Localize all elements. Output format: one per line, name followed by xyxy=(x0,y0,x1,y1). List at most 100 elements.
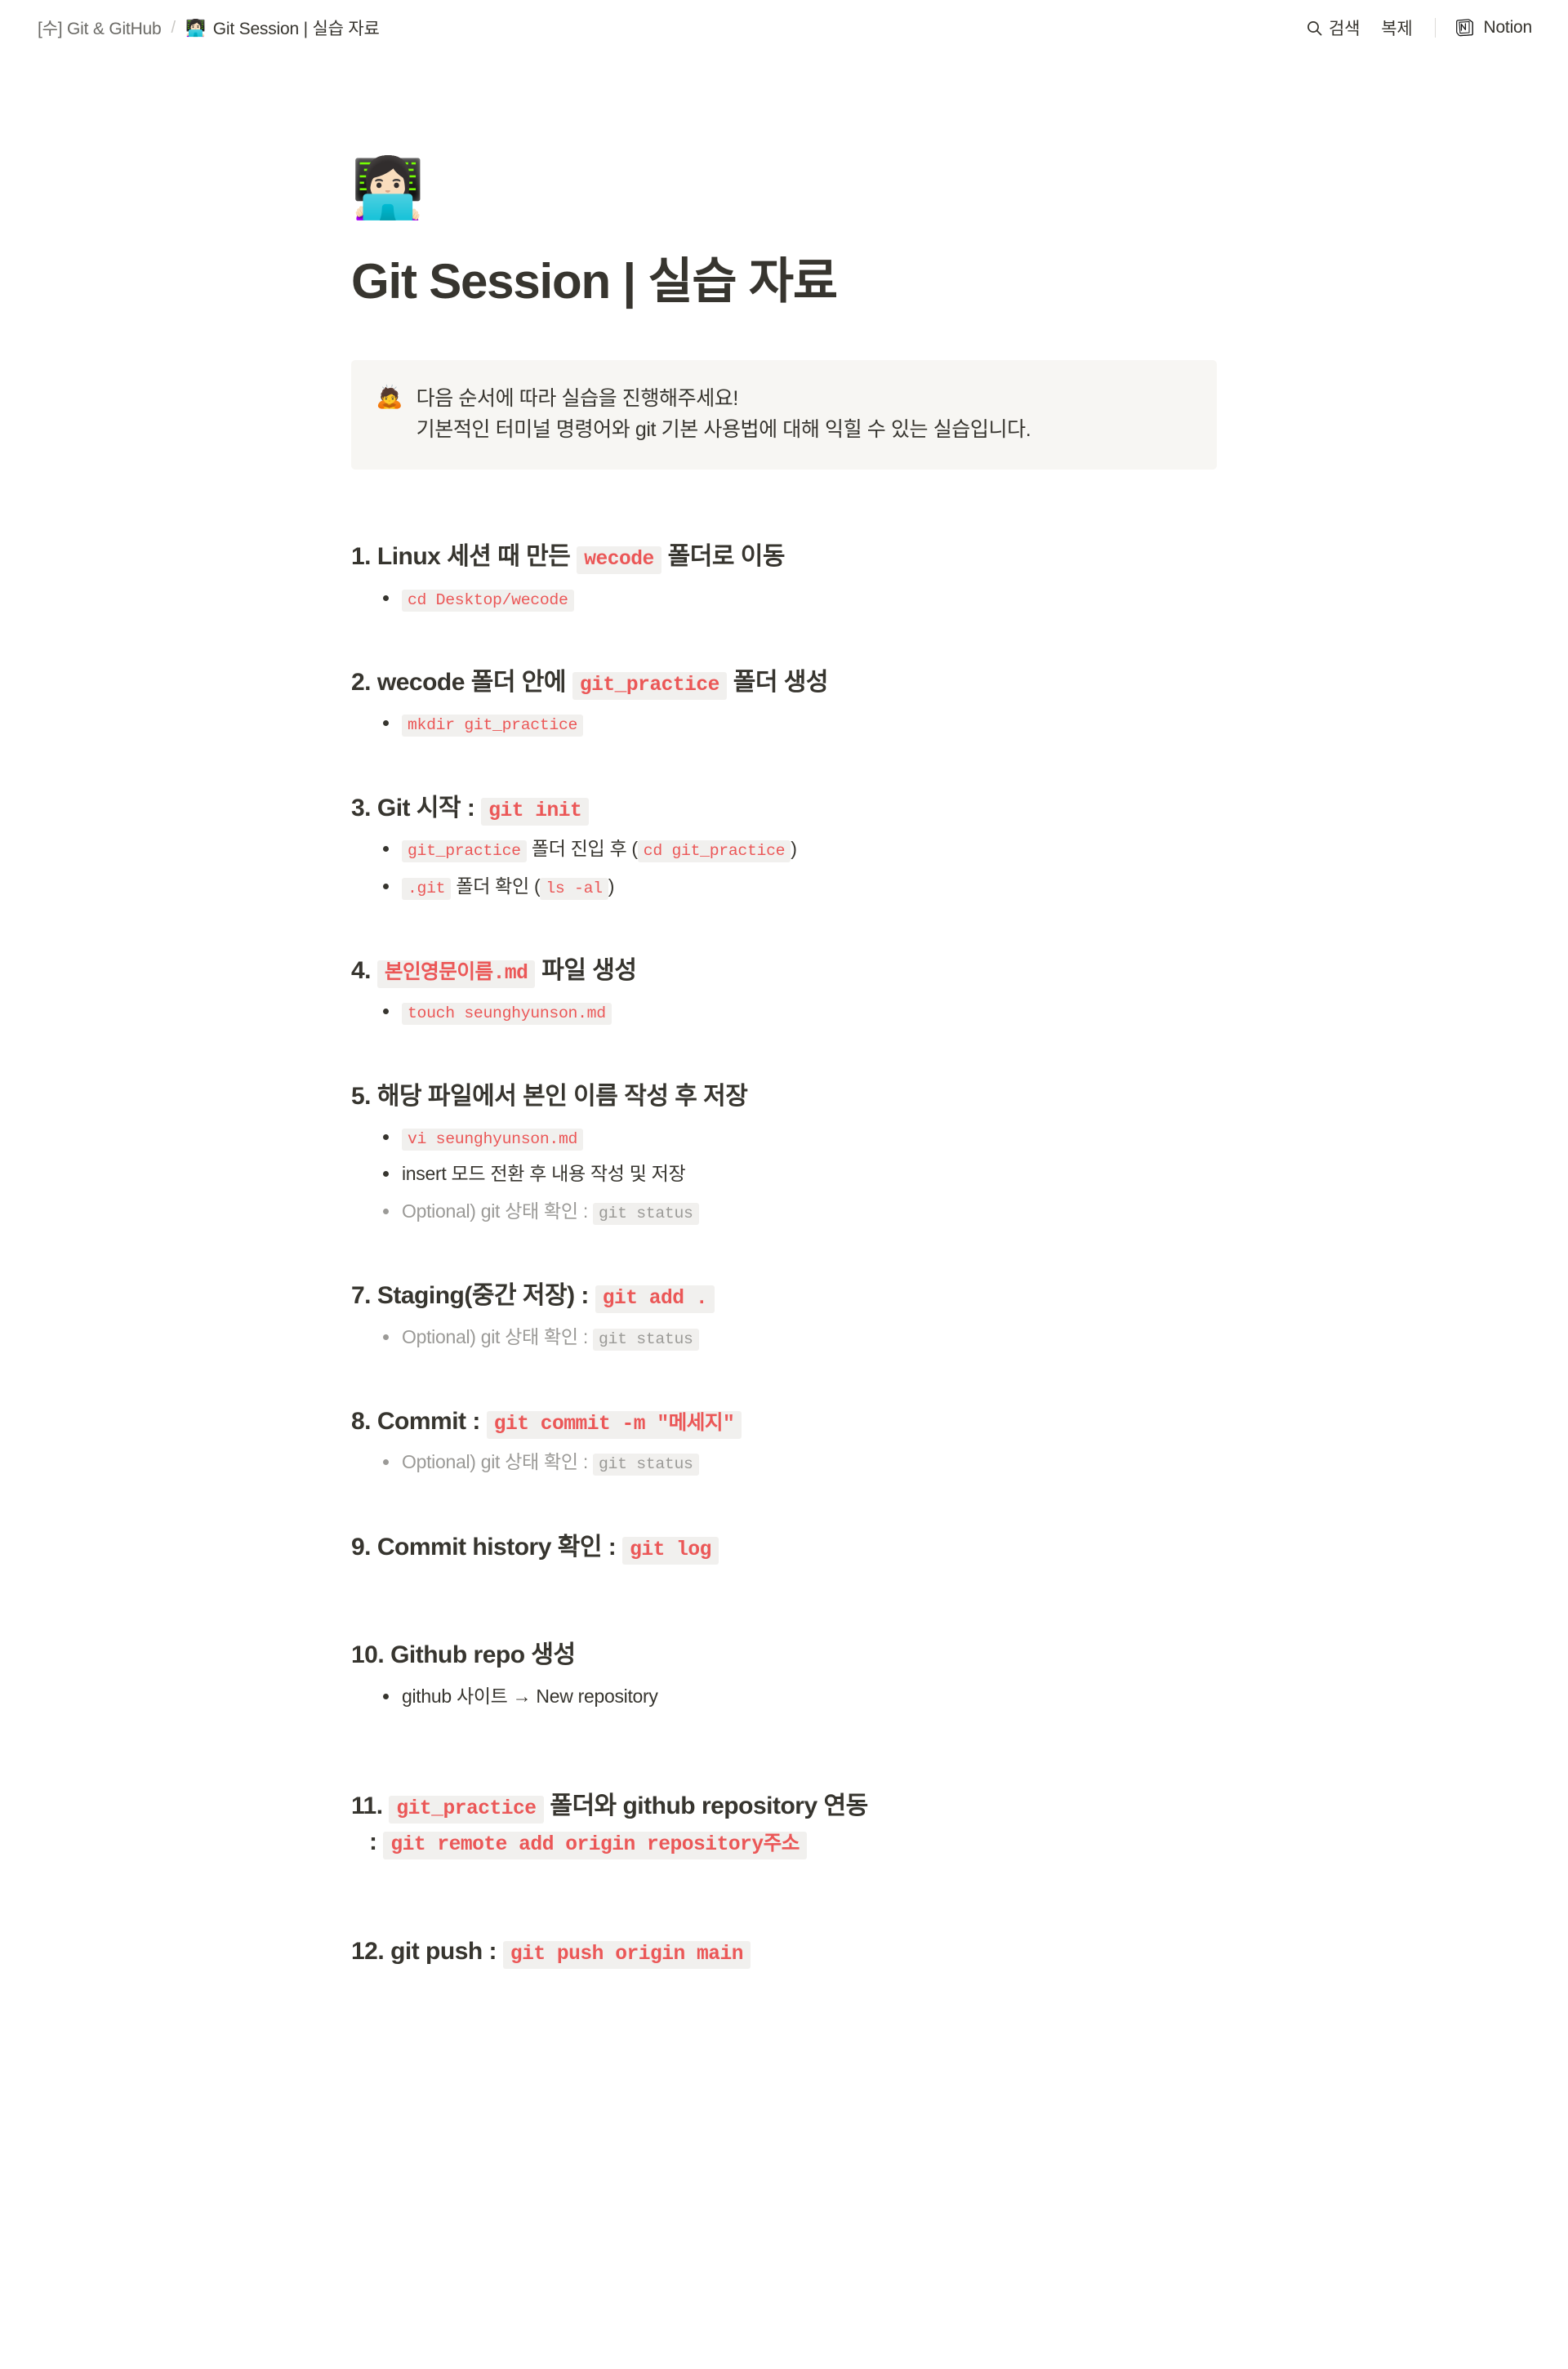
topbar-divider xyxy=(1435,18,1437,38)
step-10-heading: 10. Github repo 생성 xyxy=(351,1638,1218,1673)
step-5-bullets: vi seunghyunson.md insert 모드 전환 후 내용 작성 … xyxy=(350,1119,1218,1230)
step-2-number: 2. xyxy=(351,668,372,696)
list-item: touch seunghyunson.md xyxy=(377,993,1218,1030)
step-3-bullets: git_practice 폴더 진입 후 (cd git_practice) .… xyxy=(350,830,1218,905)
step-5: 5. 해당 파일에서 본인 이름 작성 후 저장 vi seunghyunson… xyxy=(350,1080,1218,1230)
step-11: 11. git_practice 폴더와 github repository 연… xyxy=(350,1788,1218,1861)
page-title: Git Session | 실습 자료 xyxy=(351,254,838,309)
step-4-bullets: touch seunghyunson.md xyxy=(350,993,1218,1030)
step-8: 8. Commit : git commit -m "메세지" Optional… xyxy=(350,1405,1218,1481)
callout-line-2: 기본적인 터미널 명령어와 git 기본 사용법에 대해 익힐 수 있는 실습입… xyxy=(416,418,1031,441)
step-2-code: git_practice xyxy=(572,671,727,700)
step-11-code: git_practice xyxy=(389,1796,544,1824)
step-12: 12. git push : git push origin main xyxy=(350,1935,1218,1970)
step-9-number: 9. xyxy=(351,1533,372,1561)
step-12-heading: 12. git push : git push origin main xyxy=(351,1935,1218,1970)
step-5-number: 5. xyxy=(351,1082,372,1110)
step-4-heading: 4. 본인영문이름.md 파일 생성 xyxy=(351,954,1218,989)
step-12-text-pre: git push : xyxy=(390,1937,503,1965)
step-2-bullet-1-code: mkdir git_practice xyxy=(402,715,584,737)
step-7-code: git add . xyxy=(595,1285,715,1313)
step-3-bullet-1-text: 폴더 진입 후 xyxy=(526,838,632,860)
step-3-bullet-2-text: 폴더 확인 xyxy=(451,875,534,897)
list-item: .git 폴더 확인 (ls -al) xyxy=(377,868,1218,905)
paren-close: ) xyxy=(608,875,615,897)
topbar-actions: 검색 복제 Notion xyxy=(1307,16,1532,40)
step-8-text-pre: Commit : xyxy=(376,1407,487,1435)
step-7-number: 7. xyxy=(351,1281,372,1309)
top-bar: [수] Git & GitHub / 👩🏻‍💻 Git Session | 실습… xyxy=(0,0,1568,56)
callout-text: 다음 순서에 따라 실습을 진행해주세요! 기본적인 터미널 명령어와 git … xyxy=(416,383,1031,445)
notion-logo-icon xyxy=(1455,18,1475,38)
step-12-code: git push origin main xyxy=(502,1940,751,1969)
step-5-heading: 5. 해당 파일에서 본인 이름 작성 후 저장 xyxy=(351,1080,1218,1115)
step-12-number: 12. xyxy=(351,1937,385,1965)
list-item: insert 모드 전환 후 내용 작성 및 저장 xyxy=(377,1156,1218,1192)
step-11-text-post: 폴더와 github repository 연동 xyxy=(543,1792,868,1820)
step-1-number: 1. xyxy=(351,543,372,570)
duplicate-label: 복제 xyxy=(1381,20,1413,38)
duplicate-button[interactable]: 복제 xyxy=(1381,16,1412,40)
paren-open: ( xyxy=(631,838,638,860)
step-5-bullet-1-code: vi seunghyunson.md xyxy=(402,1129,584,1151)
notion-link[interactable]: Notion xyxy=(1455,18,1532,38)
step-11-line2-code: git remote add origin repository주소 xyxy=(383,1832,807,1860)
list-item-optional: Optional) git 상태 확인 : git status xyxy=(377,1319,1218,1356)
breadcrumb-parent-link[interactable]: [수] Git & GitHub xyxy=(38,16,162,40)
step-2-text-post: 폴더 생성 xyxy=(726,668,829,696)
callout-block: 🙇 다음 순서에 따라 실습을 진행해주세요! 기본적인 터미널 명령어와 gi… xyxy=(351,360,1217,470)
search-label: 검색 xyxy=(1328,20,1361,38)
step-3-text-pre: Git 시작 : xyxy=(376,794,482,822)
step-7: 7. Staging(중간 저장) : git add . Optional) … xyxy=(350,1279,1218,1356)
step-7-text-pre: Staging(중간 저장) : xyxy=(376,1281,595,1309)
step-2-text-pre: wecode 폴더 안에 xyxy=(376,668,572,696)
list-item: cd Desktop/wecode xyxy=(377,580,1218,617)
step-4: 4. 본인영문이름.md 파일 생성 touch seunghyunson.md xyxy=(350,954,1218,1031)
page-emoji-icon: 👩🏻‍💻 xyxy=(185,18,206,38)
step-3: 3. Git 시작 : git init git_practice 폴더 진입 … xyxy=(350,791,1218,905)
step-9-text-pre: Commit history 확인 : xyxy=(376,1533,623,1561)
step-10: 10. Github repo 생성 github 사이트 → New repo… xyxy=(350,1638,1218,1715)
step-8-heading: 8. Commit : git commit -m "메세지" xyxy=(351,1405,1218,1440)
step-7-heading: 7. Staging(중간 저장) : git add . xyxy=(351,1279,1218,1314)
step-3-heading: 3. Git 시작 : git init xyxy=(351,791,1218,826)
bottom-spacer xyxy=(350,1982,1218,2227)
step-8-bullets: Optional) git 상태 확인 : git status xyxy=(350,1444,1218,1481)
step-2-bullets: mkdir git_practice xyxy=(350,705,1218,741)
step-5-text-pre: 해당 파일에서 본인 이름 작성 후 저장 xyxy=(376,1082,748,1110)
step-8-bullet-1-text: Optional) git 상태 확인 : xyxy=(402,1451,593,1473)
step-1-heading: 1. Linux 세션 때 만든 wecode 폴더로 이동 xyxy=(351,540,1218,575)
search-button[interactable]: 검색 xyxy=(1307,16,1360,40)
list-item: git_practice 폴더 진입 후 (cd git_practice) xyxy=(377,830,1218,867)
step-1-text-post: 폴더로 이동 xyxy=(661,543,786,570)
step-8-number: 8. xyxy=(351,1407,372,1435)
breadcrumb-current-label: Git Session | 실습 자료 xyxy=(212,20,380,38)
step-1-text-pre: Linux 세션 때 만든 xyxy=(376,543,577,570)
step-8-code: git commit -m "메세지" xyxy=(486,1410,742,1439)
step-11-line2-pre: : xyxy=(369,1828,384,1856)
step-5-bullet-3-text: Optional) git 상태 확인 : xyxy=(402,1200,593,1222)
breadcrumb-current-page[interactable]: 👩🏻‍💻 Git Session | 실습 자료 xyxy=(185,16,380,40)
breadcrumb: [수] Git & GitHub / 👩🏻‍💻 Git Session | 실습… xyxy=(38,16,380,40)
step-2: 2. wecode 폴더 안에 git_practice 폴더 생성 mkdir… xyxy=(350,666,1218,742)
step-1-code: wecode xyxy=(577,546,662,574)
step-3-number: 3. xyxy=(351,794,372,822)
step-1: 1. Linux 세션 때 만든 wecode 폴더로 이동 cd Deskto… xyxy=(350,540,1218,617)
step-11-number: 11. xyxy=(351,1792,383,1820)
step-7-bullet-1-code: git status xyxy=(593,1328,699,1351)
page-content: 👩🏻‍💻 Git Session | 실습 자료 🙇 다음 순서에 따라 실습을… xyxy=(350,158,1218,2227)
step-3-bullet-1-code-tail: cd git_practice xyxy=(637,840,791,863)
page-icon-emoji[interactable]: 👩🏻‍💻 xyxy=(351,158,1218,217)
step-8-bullet-1-code: git status xyxy=(593,1454,699,1476)
